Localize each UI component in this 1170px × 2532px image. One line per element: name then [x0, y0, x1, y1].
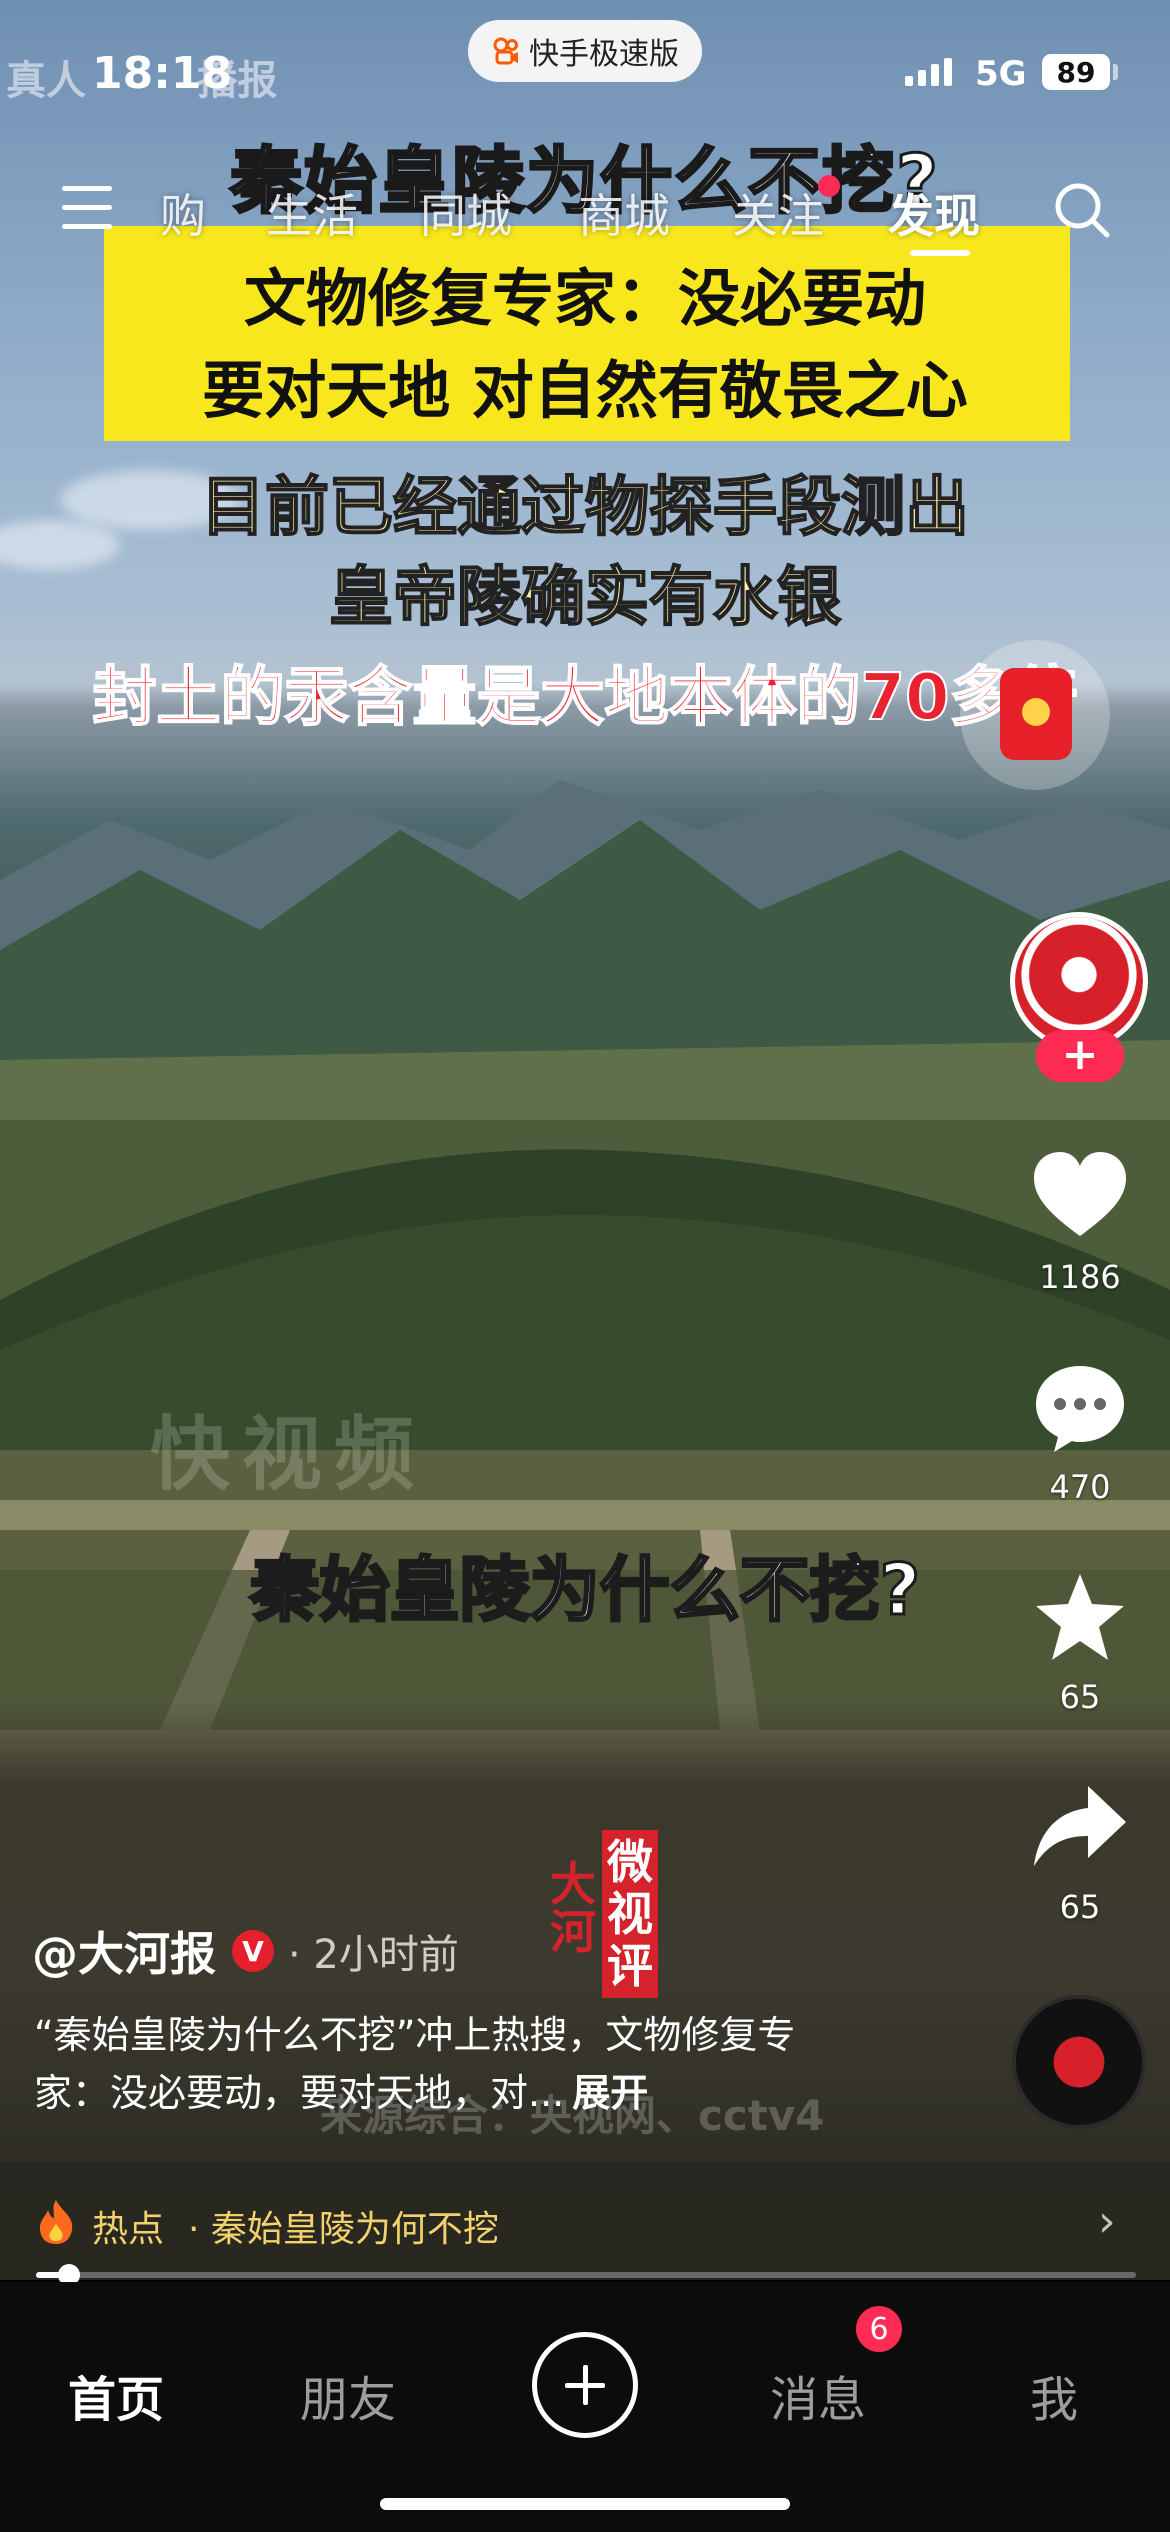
tab-me[interactable]: 我 [1030, 2360, 1078, 2430]
battery-tip [1113, 64, 1118, 80]
comment-icon [1036, 1366, 1124, 1452]
description-text: “秦始皇陵为什么不挖”冲上热搜，文物修复专家：没必要动，要对天地，对... [34, 2013, 796, 2115]
tab-messages[interactable]: 消息 [770, 2360, 866, 2430]
active-tab-underline [910, 250, 970, 256]
share-icon [1034, 1786, 1126, 1866]
mountain-range [0, 780, 1170, 1120]
hot-label: 热点 [92, 2209, 165, 2250]
post-time: · 2小时前 [288, 1932, 459, 1978]
top-nav: 购 生活 同城 商城 关注 发现 [0, 170, 1170, 256]
battery-icon: 89 [1042, 54, 1110, 90]
music-disc-icon[interactable] [1012, 1995, 1146, 2129]
add-button[interactable] [532, 2332, 638, 2438]
menu-icon[interactable] [62, 186, 112, 230]
chevron-right-icon: › [1098, 2196, 1116, 2247]
hot-topic-bar[interactable]: 热点 · 秦始皇陵为何不挖 › [0, 2162, 1170, 2278]
tab-discover[interactable]: 发现 [888, 180, 980, 246]
status-bar: 18:18 快手极速版 5G 89 [0, 0, 1170, 140]
post-description[interactable]: “秦始皇陵为什么不挖”冲上热搜，文物修复专家：没必要动，要对天地，对... 展开 [34, 2006, 854, 2122]
verified-badge: V [232, 1930, 274, 1972]
network-label: 5G [975, 54, 1027, 94]
stamp-right-text: 微视评 [602, 1830, 658, 1998]
signal-icon [905, 56, 952, 86]
caption-bottom: 秦始皇陵为什么不挖? [248, 1548, 922, 1633]
comment-button[interactable]: 470 [1010, 1358, 1150, 1506]
expand-link[interactable]: 展开 [572, 2071, 648, 2115]
hot-topic: · 秦始皇陵为何不挖 [188, 2209, 499, 2250]
caption-yellow-1: 文物修复专家：没必要动 [243, 262, 926, 335]
bottom-nav: 首页 朋友 消息 6 我 [0, 2282, 1170, 2532]
tab-mall[interactable]: 商城 [578, 180, 670, 246]
tab-follow[interactable]: 关注 [732, 180, 824, 246]
share-count: 65 [1059, 1888, 1101, 1926]
tab-life[interactable]: 生活 [266, 180, 358, 246]
like-count: 1186 [1039, 1258, 1121, 1296]
tab-friends[interactable]: 朋友 [300, 2360, 396, 2430]
follow-button[interactable]: + [1036, 1030, 1124, 1082]
flame-icon [40, 2200, 73, 2244]
author-row: @大河报 V · 2小时前 [32, 1918, 459, 1984]
video-progress-bar[interactable] [36, 2264, 1136, 2286]
tab-local[interactable]: 同城 [420, 180, 512, 246]
share-button[interactable]: 65 [1010, 1778, 1150, 1926]
kuaishou-logo-icon [493, 37, 518, 65]
comment-count: 470 [1049, 1468, 1111, 1506]
app-name: 快手极速版 [529, 37, 679, 72]
red-packet-icon [1000, 668, 1072, 760]
caption-yellow-2: 要对天地 对自然有敬畏之心 [202, 354, 968, 427]
star-icon [1036, 1574, 1124, 1660]
tab-shop[interactable]: 购 [160, 180, 206, 246]
search-icon[interactable] [1052, 180, 1112, 240]
red-packet-widget[interactable] [960, 640, 1110, 790]
messages-badge: 6 [856, 2306, 902, 2352]
video-watermark: 快视频 [150, 1408, 426, 1501]
app-switch-pill[interactable]: 快手极速版 [468, 20, 702, 82]
author-name[interactable]: @大河报 [32, 1918, 216, 1984]
clock: 18:18 [92, 48, 233, 99]
heart-icon [1034, 1152, 1126, 1236]
follow-dot [818, 175, 840, 197]
caption-white-2: 皇帝陵确实有水银 [328, 560, 842, 636]
like-button[interactable]: 1186 [1010, 1148, 1150, 1296]
publisher-stamp: 大河 微视评 [550, 1830, 660, 2000]
favorite-button[interactable]: 65 [1010, 1568, 1150, 1716]
home-indicator [380, 2498, 790, 2510]
caption-white-1: 目前已经通过物探手段测出 [200, 470, 970, 546]
favorite-count: 65 [1059, 1678, 1101, 1716]
stamp-left-text: 大河 [550, 1857, 596, 1959]
tab-home[interactable]: 首页 [68, 2360, 164, 2430]
